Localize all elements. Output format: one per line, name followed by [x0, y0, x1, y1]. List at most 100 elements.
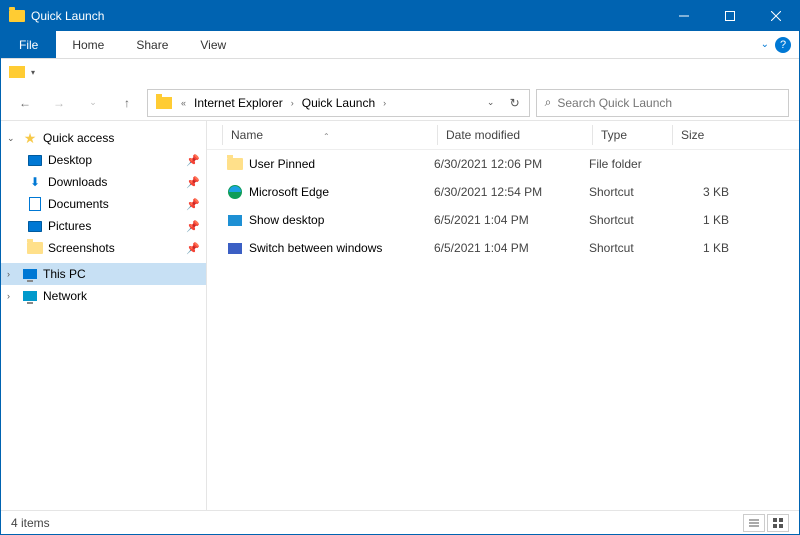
file-type: Shortcut: [589, 213, 669, 227]
file-size: 1 KB: [669, 241, 729, 255]
address-bar[interactable]: « Internet Explorer › Quick Launch › ⌄ ↻: [147, 89, 530, 117]
pin-icon: 📌: [186, 198, 200, 211]
file-size: 1 KB: [669, 213, 729, 227]
sidebar-item-label: Downloads: [48, 175, 107, 189]
back-button[interactable]: ←: [11, 89, 39, 117]
folder-icon: [227, 156, 243, 172]
chevron-right-icon[interactable]: ›: [7, 291, 17, 301]
network-icon: [22, 288, 38, 304]
sidebar-item-screenshots[interactable]: Screenshots 📌: [1, 237, 206, 259]
large-icons-view-button[interactable]: [767, 514, 789, 532]
downloads-icon: ⬇: [27, 174, 43, 190]
switch-windows-icon: [227, 240, 243, 256]
pictures-icon: [27, 218, 43, 234]
folder-icon: [156, 97, 172, 109]
view-tab[interactable]: View: [184, 31, 242, 58]
ribbon: File Home Share View ⌄ ?: [1, 31, 799, 59]
chevron-down-icon[interactable]: ⌄: [761, 39, 769, 50]
file-type: Shortcut: [589, 185, 669, 199]
pin-icon: 📌: [186, 154, 200, 167]
file-type: Shortcut: [589, 241, 669, 255]
navigation-bar: ← → ⌄ ↑ « Internet Explorer › Quick Laun…: [1, 85, 799, 121]
this-pc-icon: [22, 266, 38, 282]
search-box[interactable]: ⌕: [536, 89, 789, 117]
breadcrumb-segment[interactable]: Quick Launch: [297, 96, 380, 110]
file-name: Microsoft Edge: [249, 185, 329, 199]
file-list: Name⌃ Date modified Type Size User Pinne…: [207, 121, 799, 510]
titlebar: Quick Launch: [1, 1, 799, 31]
file-type: File folder: [589, 157, 669, 171]
sidebar-item-downloads[interactable]: ⬇ Downloads 📌: [1, 171, 206, 193]
sidebar-label: Network: [43, 289, 87, 303]
documents-icon: [27, 196, 43, 212]
file-date: 6/30/2021 12:06 PM: [434, 157, 589, 171]
forward-button[interactable]: →: [45, 89, 73, 117]
pin-icon: 📌: [186, 242, 200, 255]
up-button[interactable]: ↑: [113, 89, 141, 117]
file-date: 6/5/2021 1:04 PM: [434, 213, 589, 227]
address-dropdown-button[interactable]: ⌄: [479, 90, 503, 116]
file-name: Switch between windows: [249, 241, 382, 255]
file-row[interactable]: Microsoft Edge 6/30/2021 12:54 PM Shortc…: [207, 178, 799, 206]
star-icon: ★: [22, 130, 38, 146]
folder-icon: [9, 10, 25, 22]
sidebar-label: Quick access: [43, 131, 114, 145]
sidebar-quick-access[interactable]: ⌄ ★ Quick access: [1, 127, 206, 149]
show-desktop-icon: [227, 212, 243, 228]
search-input[interactable]: [557, 96, 780, 110]
column-type[interactable]: Type: [593, 121, 673, 149]
file-row[interactable]: User Pinned 6/30/2021 12:06 PM File fold…: [207, 150, 799, 178]
window-title: Quick Launch: [31, 9, 661, 23]
file-name: User Pinned: [249, 157, 315, 171]
maximize-button[interactable]: [707, 1, 753, 31]
file-date: 6/5/2021 1:04 PM: [434, 241, 589, 255]
help-icon[interactable]: ?: [775, 37, 791, 53]
breadcrumb-prefix-icon[interactable]: «: [178, 98, 189, 108]
details-view-button[interactable]: [743, 514, 765, 532]
minimize-button[interactable]: [661, 1, 707, 31]
breadcrumb-segment[interactable]: Internet Explorer: [189, 96, 288, 110]
column-size[interactable]: Size: [673, 121, 753, 149]
close-button[interactable]: [753, 1, 799, 31]
home-tab[interactable]: Home: [56, 31, 120, 58]
chevron-right-icon[interactable]: ›: [7, 269, 17, 279]
folder-icon[interactable]: [9, 66, 25, 78]
sidebar-this-pc[interactable]: › This PC: [1, 263, 206, 285]
file-size: 3 KB: [669, 185, 729, 199]
chevron-right-icon[interactable]: ›: [380, 98, 389, 108]
file-name: Show desktop: [249, 213, 324, 227]
file-date: 6/30/2021 12:54 PM: [434, 185, 589, 199]
sidebar-item-label: Documents: [48, 197, 109, 211]
pin-icon: 📌: [186, 176, 200, 189]
chevron-right-icon[interactable]: ›: [288, 98, 297, 108]
sort-indicator-icon: ⌃: [323, 132, 330, 141]
sidebar-item-pictures[interactable]: Pictures 📌: [1, 215, 206, 237]
share-tab[interactable]: Share: [120, 31, 184, 58]
desktop-icon: [27, 152, 43, 168]
edge-icon: [227, 184, 243, 200]
column-date[interactable]: Date modified: [438, 121, 593, 149]
item-count: 4 items: [11, 516, 50, 530]
sidebar-label: This PC: [43, 267, 86, 281]
quick-access-toolbar: ▾: [1, 59, 799, 85]
sidebar-item-label: Screenshots: [48, 241, 115, 255]
sidebar-network[interactable]: › Network: [1, 285, 206, 307]
chevron-down-icon[interactable]: ⌄: [7, 133, 17, 144]
sidebar-item-desktop[interactable]: Desktop 📌: [1, 149, 206, 171]
sidebar-item-label: Pictures: [48, 219, 91, 233]
chevron-down-icon[interactable]: ▾: [31, 68, 35, 77]
folder-icon: [27, 240, 43, 256]
file-row[interactable]: Switch between windows 6/5/2021 1:04 PM …: [207, 234, 799, 262]
search-icon: ⌕: [545, 95, 552, 110]
navigation-pane: ⌄ ★ Quick access Desktop 📌 ⬇ Downloads 📌…: [1, 121, 207, 510]
sidebar-item-documents[interactable]: Documents 📌: [1, 193, 206, 215]
column-name[interactable]: Name⌃: [223, 121, 438, 149]
file-tab[interactable]: File: [1, 31, 56, 58]
sidebar-item-label: Desktop: [48, 153, 92, 167]
column-headers: Name⌃ Date modified Type Size: [207, 121, 799, 150]
recent-locations-button[interactable]: ⌄: [79, 89, 107, 117]
refresh-button[interactable]: ↻: [503, 90, 527, 116]
file-row[interactable]: Show desktop 6/5/2021 1:04 PM Shortcut 1…: [207, 206, 799, 234]
status-bar: 4 items: [1, 510, 799, 534]
pin-icon: 📌: [186, 220, 200, 233]
